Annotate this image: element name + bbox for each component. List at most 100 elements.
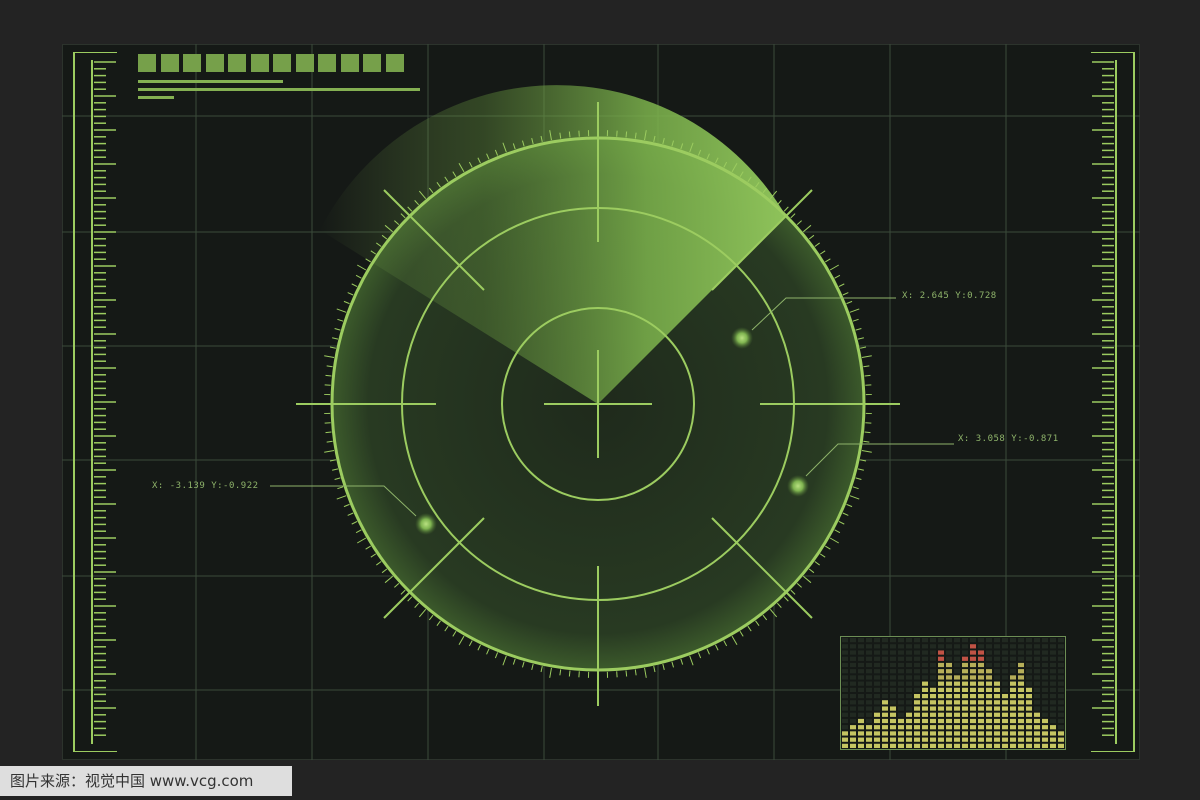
bezel-tick (400, 589, 406, 595)
equalizer-empty-cell (978, 638, 984, 643)
equalizer-bar-segment (1010, 731, 1016, 736)
equalizer-bar-segment (954, 681, 960, 686)
equalizer-bar-segment (986, 743, 992, 748)
equalizer-bar-segment (994, 731, 1000, 736)
equalizer-empty-cell (954, 656, 960, 661)
equalizer-empty-cell (922, 669, 928, 674)
equalizer-empty-cell (1050, 718, 1056, 724)
equalizer-empty-cell (946, 656, 952, 661)
equalizer-bar-segment (1018, 681, 1024, 686)
equalizer-empty-cell (930, 681, 936, 686)
equalizer-bar-segment (986, 675, 992, 680)
equalizer-bar-segment (954, 675, 960, 680)
bezel-tick (337, 318, 344, 322)
equalizer-bar-segment (1010, 700, 1016, 705)
bezel-tick (783, 596, 789, 602)
equalizer-empty-cell (954, 644, 960, 649)
equalizer-bar-segment (970, 743, 976, 748)
equalizer-bar-segment (978, 681, 984, 686)
equalizer-bar-segment (1010, 743, 1016, 748)
equalizer-bar-segment (922, 712, 928, 717)
equalizer-empty-cell (906, 681, 912, 686)
bezel-tick (706, 648, 710, 655)
equalizer-bar-segment (890, 712, 896, 717)
bezel-tick (819, 250, 826, 255)
bezel-tick (769, 608, 778, 618)
equalizer-empty-cell (1034, 706, 1040, 711)
equalizer-bar-segment (986, 681, 992, 686)
equalizer-empty-cell (858, 675, 864, 680)
equalizer-empty-cell (842, 725, 848, 730)
equalizer-bar-segment (1002, 700, 1008, 705)
equalizer-bar-segment (1026, 700, 1032, 705)
equalizer-empty-cell (1042, 656, 1048, 661)
radar-blip-1[interactable] (731, 327, 753, 349)
equalizer-bar-segment (922, 731, 928, 736)
equalizer-empty-cell (890, 694, 896, 699)
equalizer-bar-segment (986, 718, 992, 724)
equalizer-empty-cell (994, 638, 1000, 643)
equalizer-empty-cell (898, 669, 904, 674)
bezel-tick (326, 365, 333, 368)
equalizer-empty-cell (1034, 662, 1040, 668)
equalizer-bar-segment (962, 725, 968, 730)
bezel-tick (842, 292, 849, 296)
equalizer-empty-cell (1026, 656, 1032, 661)
equalizer-bar-segment (946, 706, 952, 711)
bezel-tick (864, 431, 871, 434)
bezel-tick (796, 220, 802, 226)
equalizer-empty-cell (1058, 706, 1064, 711)
equalizer-bar-segment (978, 687, 984, 692)
equalizer-empty-cell (1010, 650, 1016, 655)
equalizer-empty-cell (914, 656, 920, 661)
equalizer-bar-segment (954, 731, 960, 736)
equalizer-empty-cell (1042, 669, 1048, 674)
equalizer-empty-cell (882, 694, 888, 699)
equalizer-bar-segment (858, 731, 864, 736)
equalizer-empty-cell (1026, 681, 1032, 686)
radar-blip-3[interactable] (415, 513, 437, 535)
equalizer-bar-segment (970, 700, 976, 705)
equalizer-empty-cell (850, 644, 856, 649)
equalizer-bar-segment (994, 681, 1000, 686)
equalizer-empty-cell (858, 656, 864, 661)
equalizer-empty-cell (914, 650, 920, 655)
equalizer-empty-cell (1042, 687, 1048, 692)
equalizer-empty-cell (842, 718, 848, 724)
equalizer-bar-segment (914, 743, 920, 748)
equalizer-bar-segment (946, 718, 952, 724)
equalizer-bar-segment (962, 706, 968, 711)
equalizer-empty-cell (1034, 694, 1040, 699)
equalizer-bar-segment (962, 681, 968, 686)
bezel-tick (861, 450, 872, 453)
bezel-tick (355, 529, 362, 534)
equalizer-empty-cell (1042, 712, 1048, 717)
equalizer-bar-segment (978, 669, 984, 674)
equalizer-empty-cell (1026, 638, 1032, 643)
bezel-tick (860, 459, 867, 462)
equalizer-empty-cell (842, 675, 848, 680)
equalizer-bar-segment (1002, 712, 1008, 717)
bezel-tick (347, 292, 354, 296)
equalizer-bar-segment (994, 725, 1000, 730)
bezel-tick (680, 658, 684, 665)
equalizer-empty-cell (1010, 669, 1016, 674)
equalizer-empty-cell (1058, 694, 1064, 699)
equalizer-empty-cell (850, 650, 856, 655)
equalizer-empty-cell (946, 638, 952, 643)
equalizer-empty-cell (962, 650, 968, 655)
equalizer-empty-cell (994, 662, 1000, 668)
bezel-tick (802, 224, 812, 233)
bezel-tick (834, 529, 841, 534)
equalizer-empty-cell (850, 700, 856, 705)
equalizer-bar-segment (994, 712, 1000, 717)
equalizer-empty-cell (1050, 662, 1056, 668)
equalizer-bar-segment (938, 669, 944, 674)
equalizer-bar-segment (930, 743, 936, 748)
equalizer-empty-cell (898, 644, 904, 649)
equalizer-bar-segment (914, 725, 920, 730)
equalizer-empty-cell (906, 687, 912, 692)
bezel-tick (486, 648, 490, 655)
equalizer-empty-cell (922, 638, 928, 643)
radar-blip-2[interactable] (787, 475, 809, 497)
